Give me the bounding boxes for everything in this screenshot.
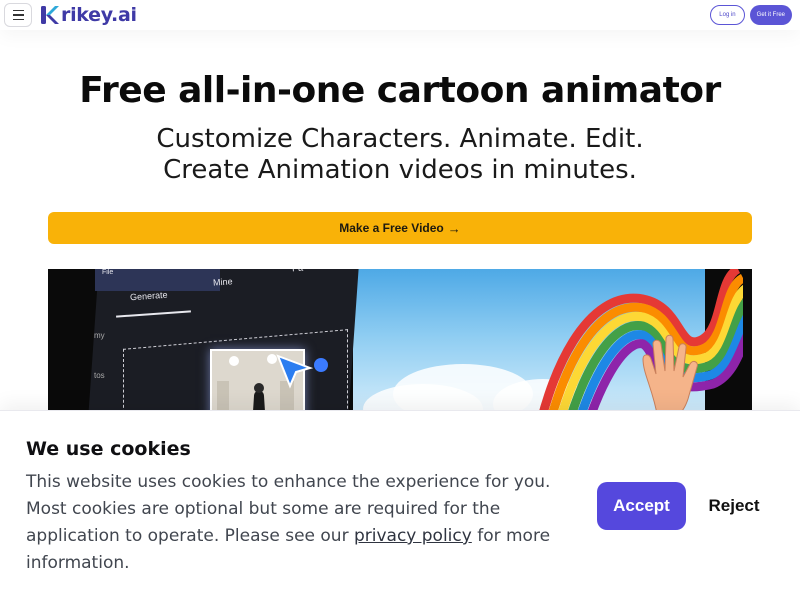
privacy-policy-link[interactable]: privacy policy: [354, 526, 472, 546]
header-right: Log in Get it Free: [710, 5, 796, 25]
make-free-video-button[interactable]: Make a Free Video →: [48, 212, 752, 244]
hero-subtitle: Customize Characters. Animate. Edit. Cre…: [0, 124, 800, 186]
cookie-description: This website uses cookies to enhance the…: [26, 469, 566, 577]
krikey-logo[interactable]: rikey.ai: [40, 4, 137, 26]
pointer-cursor-icon: [276, 354, 314, 389]
logo-k-icon: [41, 6, 59, 24]
get-it-free-button[interactable]: Get it Free: [749, 5, 792, 25]
demo-video[interactable]: File Generate Mine Pa my tos: [48, 269, 752, 419]
top-nav: rikey.ai Log in Get it Free: [0, 0, 800, 30]
hamburger-icon: [12, 9, 24, 12]
cookie-title: We use cookies: [26, 438, 191, 460]
cookie-banner: We use cookies This website uses cookies…: [0, 410, 800, 600]
login-button[interactable]: Log in: [710, 5, 745, 25]
arrow-right-icon: →: [447, 220, 461, 236]
page-title: Free all-in-one cartoon animator: [79, 70, 721, 111]
hamburger-icon-line: [12, 18, 24, 21]
editor-topbar: [95, 269, 220, 291]
hero-subtitle-line-2: Create Animation videos in minutes.: [163, 155, 637, 185]
accept-cookies-button[interactable]: Accept: [597, 482, 686, 530]
editor-side-label: my: [94, 331, 105, 340]
hero-subtitle-line-1: Customize Characters. Animate. Edit.: [156, 124, 644, 154]
logo-text: rikey.ai: [61, 4, 137, 26]
editor-menu-file: File: [102, 269, 114, 276]
editor-tab-partial: Pa: [292, 269, 304, 273]
blue-dot-icon: [314, 358, 328, 372]
header-left: rikey.ai: [4, 3, 137, 27]
hamburger-menu-button[interactable]: [4, 3, 32, 27]
cta-label: Make a Free Video: [339, 221, 444, 235]
rainbow-ribbon-image: [536, 269, 743, 419]
editor-tab-mine: Mine: [212, 276, 233, 288]
reject-cookies-button[interactable]: Reject: [700, 482, 768, 530]
editor-side-label: tos: [94, 371, 105, 380]
hamburger-icon-line: [12, 14, 24, 16]
